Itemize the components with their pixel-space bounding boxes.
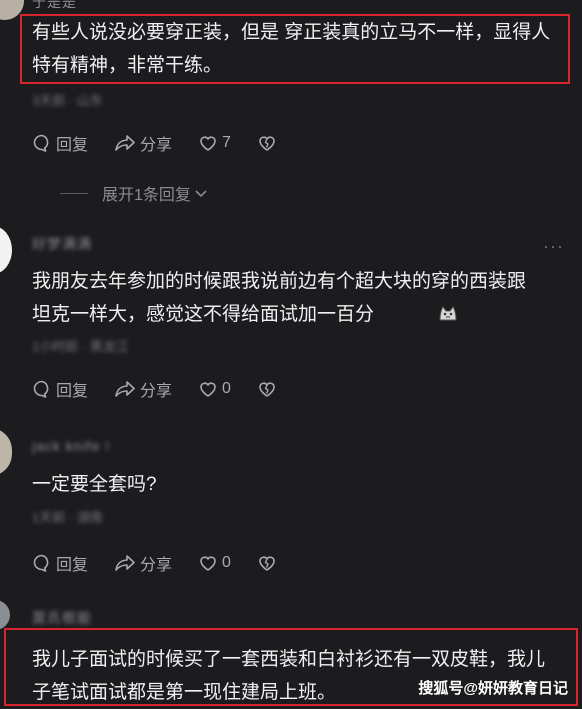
comment-bubble-icon [33, 134, 49, 152]
share-button[interactable]: 分享 [114, 131, 172, 155]
broken-heart-icon [259, 136, 275, 151]
reply-label: 回复 [56, 557, 89, 574]
expand-replies-button[interactable]: 展开1条回复 [60, 181, 209, 205]
divider [60, 192, 88, 194]
heart-icon [200, 382, 216, 397]
reply-button[interactable]: 回复 [32, 377, 88, 401]
like-count: 0 [222, 554, 231, 571]
reply-button[interactable]: 回复 [32, 551, 88, 575]
comment-bubble-icon [33, 380, 49, 398]
heart-icon [200, 136, 216, 151]
dislike-button[interactable] [257, 133, 281, 153]
broken-heart-icon [259, 556, 275, 571]
expand-replies-label: 展开1条回复 [102, 187, 191, 204]
like-button[interactable]: 7 [198, 133, 231, 153]
comment-bubble-icon [33, 554, 49, 572]
comment-actions: 回复 分享 0 [32, 376, 307, 402]
share-icon [115, 135, 135, 151]
share-label: 分享 [140, 557, 173, 574]
like-button[interactable]: 0 [198, 553, 231, 573]
chevron-down-icon [195, 190, 207, 198]
share-button[interactable]: 分享 [114, 377, 172, 401]
share-icon [115, 381, 135, 397]
share-icon [115, 555, 135, 571]
comment-meta: 1天前 · 湖南 [32, 510, 103, 525]
comment-text: 我儿子面试的时候买了一套西装和白衬衫还有一双皮鞋，我儿子笔试面试都是第一现住建局… [32, 649, 546, 703]
reply-label: 回复 [56, 383, 89, 400]
watermark: 搜狐号@妍妍教育日记 [418, 680, 568, 697]
avatar[interactable] [0, 226, 12, 274]
like-count: 7 [222, 134, 231, 151]
more-options-icon[interactable]: ··· [543, 236, 564, 257]
reply-label: 回复 [56, 137, 89, 154]
share-label: 分享 [140, 137, 173, 154]
comment-text: 有些人说没必要穿正装，但是 穿正装真的立马不一样，显得人特有精神，非常干练。 [32, 22, 551, 76]
share-label: 分享 [140, 383, 173, 400]
commenter-name: 好梦满满 [32, 236, 92, 252]
comment-actions: 回复 分享 7 [32, 130, 307, 156]
commenter-name: 于是是 [32, 0, 77, 10]
heart-icon [200, 556, 216, 571]
commenter-name: jack knife ! [32, 438, 111, 454]
broken-heart-icon [259, 382, 275, 397]
reply-button[interactable]: 回复 [32, 131, 88, 155]
dislike-button[interactable] [257, 379, 281, 399]
share-button[interactable]: 分享 [114, 551, 172, 575]
comment-meta: 3天前 · 山东 [32, 93, 103, 108]
avatar[interactable] [0, 428, 12, 476]
cat-emoji-icon [439, 306, 457, 321]
comment-actions: 回复 分享 0 [32, 550, 307, 576]
dislike-button[interactable] [257, 553, 281, 573]
avatar[interactable] [0, 600, 10, 630]
like-count: 0 [222, 380, 231, 397]
comment-meta: 1小时前 · 黑龙江 [32, 339, 129, 354]
comment-text: 一定要全套吗? [32, 474, 157, 495]
commenter-name: 莫氏根能 [32, 610, 92, 626]
like-button[interactable]: 0 [198, 379, 231, 399]
